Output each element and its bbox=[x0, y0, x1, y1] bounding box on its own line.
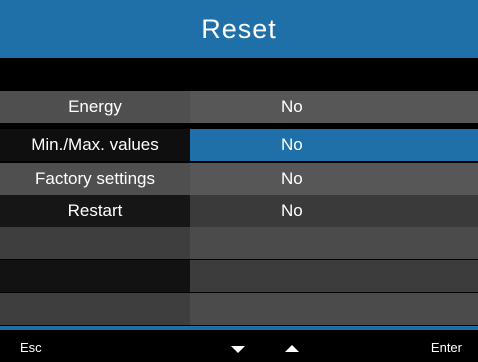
enter-softkey[interactable]: Enter bbox=[431, 340, 462, 355]
menu-row-empty-value bbox=[190, 293, 478, 325]
menu-row-empty bbox=[0, 260, 478, 292]
page-title: Reset bbox=[201, 13, 277, 44]
menu-row-value[interactable]: No bbox=[190, 129, 478, 161]
menu-row-value[interactable]: No bbox=[190, 91, 478, 123]
menu-row-value[interactable]: No bbox=[190, 195, 478, 227]
menu-row-label: Min./Max. values bbox=[0, 129, 190, 161]
down-arrow-icon[interactable] bbox=[231, 346, 245, 353]
menu-row-empty-label bbox=[0, 260, 190, 292]
up-arrow-icon[interactable] bbox=[285, 345, 299, 352]
menu-row-label: Factory settings bbox=[0, 163, 190, 195]
menu-row-empty-label bbox=[0, 227, 190, 259]
menu-row-empty bbox=[0, 293, 478, 325]
title-bar: Reset bbox=[0, 0, 478, 58]
menu-row-minmax-values[interactable]: Min./Max. values No bbox=[0, 129, 478, 161]
menu-row-restart[interactable]: Restart No bbox=[0, 195, 478, 227]
menu-row-value[interactable]: No bbox=[190, 163, 478, 195]
menu-row-energy[interactable]: Energy No bbox=[0, 91, 478, 123]
menu-row-label: Restart bbox=[0, 195, 190, 227]
menu-row-empty-value bbox=[190, 227, 478, 259]
menu-row-factory-settings[interactable]: Factory settings No bbox=[0, 163, 478, 195]
menu-row-empty-value bbox=[190, 260, 478, 292]
menu-row-empty bbox=[0, 227, 478, 259]
softkey-bar: Esc Enter bbox=[0, 330, 478, 362]
menu-row-label: Energy bbox=[0, 91, 190, 123]
menu-row-empty-label bbox=[0, 293, 190, 325]
esc-softkey[interactable]: Esc bbox=[20, 340, 42, 355]
